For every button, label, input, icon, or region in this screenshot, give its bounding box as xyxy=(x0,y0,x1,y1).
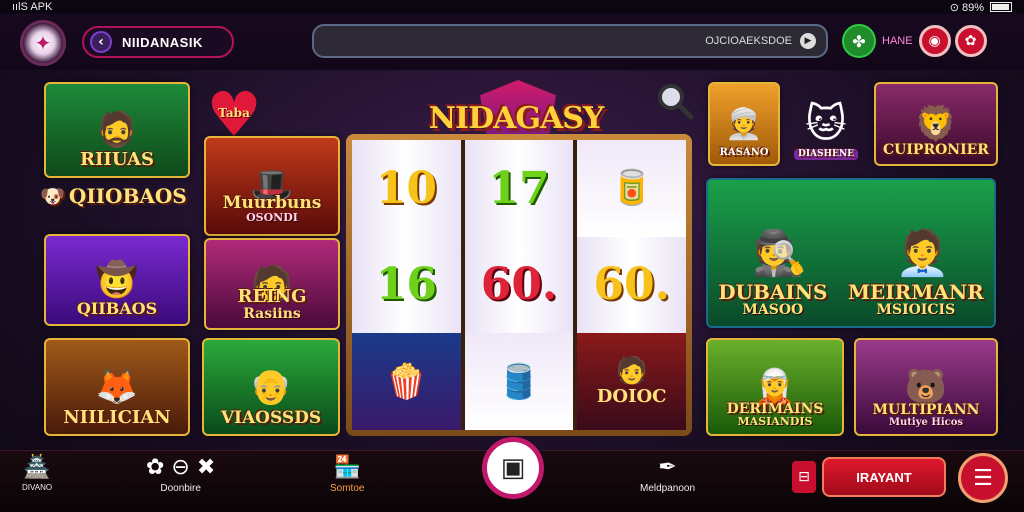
game-tile-multipiann[interactable]: 🐻 MULTIPIANN Mutiye Hicos xyxy=(854,338,998,436)
tile-title-main: REING xyxy=(237,286,307,308)
tile-subtitle: Rasiins xyxy=(243,306,301,323)
game-tile-reing[interactable]: 🧑 REING Rasiins xyxy=(204,238,340,330)
tile-title-main: MEIRMANR xyxy=(847,280,984,305)
tile-title: MULTIPIANN Mutiye Hicos xyxy=(872,401,980,428)
dog-icon: 🐶 xyxy=(40,184,65,208)
reel-symbol: 60. xyxy=(480,259,558,311)
nav-label: DIVANO xyxy=(22,483,53,492)
heart-label: Taba xyxy=(218,106,250,120)
game-tile-dubains[interactable]: 🕵️ 🧑‍💼 DUBAINS MASOO MEIRMANR MSIOICIS xyxy=(706,178,996,328)
game-tile-niilician[interactable]: 🦊 NIILICIAN xyxy=(44,338,190,436)
tile-title: MEIRMANR MSIOICIS xyxy=(848,282,984,318)
reel-symbol: 17 xyxy=(488,162,550,214)
tile-subtitle: MSIOICIS xyxy=(876,302,956,319)
chat-icon[interactable]: ☰ xyxy=(958,453,1008,503)
clover-icon[interactable]: ✤ xyxy=(842,24,876,58)
header: ✦ ‹ NIIDANASIK OJCIOAEKSDOE ▶ ✤ HANE ◉ ✿ xyxy=(0,14,1024,70)
app-logo[interactable]: ✦ xyxy=(20,20,66,66)
game-tile-rasano[interactable]: 👳 RASANO xyxy=(708,82,780,166)
back-icon[interactable]: ‹ xyxy=(90,31,112,53)
nav-item-meldpanoon[interactable]: ✒ Meldpanoon xyxy=(640,455,695,494)
tile-title-main: DERIMAINS xyxy=(726,400,824,417)
reel-symbol: 10 xyxy=(375,162,437,214)
header-right-label[interactable]: HANE xyxy=(882,35,913,47)
reel-3: 🥫 60. 🧑 DOIOC xyxy=(577,140,686,430)
nav-item-somtoe[interactable]: 🏪 Somtoe xyxy=(330,455,364,494)
tile-title: RIIUAS xyxy=(80,149,154,171)
tile-titles: DUBAINS MASOO MEIRMANR MSIOICIS xyxy=(708,282,994,318)
back-label: NIIDANASIK xyxy=(122,34,203,50)
slot-icon: ▣ xyxy=(500,453,526,483)
profile-icon[interactable]: ◉ xyxy=(918,25,951,57)
tile-title: QIIBAOS xyxy=(76,299,158,319)
game-tile-derimains[interactable]: 🧝 DERIMAINS MASIANDIS xyxy=(706,338,844,436)
game-tile-cuipronier[interactable]: 🦁 CUIPRONIER xyxy=(874,82,998,166)
tile-title: QIIOBAOS xyxy=(68,184,187,208)
reel-2: 17 60. 🛢️ xyxy=(464,140,574,430)
bottom-nav: 🏯 DIVANO ✿ ⊖ ✖ Doonbire 🏪 Somtoe ▣ ✒ Mel… xyxy=(0,437,1024,512)
game-tile-qiibaos[interactable]: 🤠 QIIBAOS xyxy=(44,234,190,326)
slot-machine[interactable]: 10 16 🍿 17 60. 🛢️ 🥫 60. 🧑 DOIOC xyxy=(346,134,692,436)
tile-title: CUIPRONIER xyxy=(883,142,989,159)
game-tile-muurbuns[interactable]: 🎩 Muurbuns OSONDI xyxy=(204,136,340,236)
store-icon: 🏪 xyxy=(333,455,361,480)
reels: 10 16 🍿 17 60. 🛢️ 🥫 60. 🧑 DOIOC xyxy=(352,140,686,430)
tile-title-main: MULTIPIANN xyxy=(872,401,980,418)
tile-title: VIAOSSDS xyxy=(220,408,322,429)
tile-subtitle: MASIANDIS xyxy=(737,415,813,429)
tile-title-main: DUBAINS xyxy=(718,280,828,305)
play-button[interactable]: IRAYANT xyxy=(822,457,946,497)
reel-symbol: DOIOC xyxy=(596,386,667,408)
game-tile-riiuas[interactable]: 🧔 RIIUAS xyxy=(44,82,190,178)
cannon-icon: 🥫 xyxy=(577,140,686,237)
tile-subtitle: MASOO xyxy=(742,302,804,319)
character-art: 🧑‍💼 xyxy=(895,228,950,279)
search-icon[interactable] xyxy=(654,80,694,120)
nav-item-doonbire[interactable]: ✿ ⊖ ✖ Doonbire xyxy=(146,455,215,494)
tile-subtitle: Mutiye Hicos xyxy=(888,416,964,428)
status-left: ıılS APK xyxy=(12,1,53,13)
nav-label: Meldpanoon xyxy=(640,483,696,494)
game-tile-qiiobaos[interactable]: 🐶 QIIOBAOS xyxy=(40,184,187,208)
game-title: NIDAGASY xyxy=(428,100,605,136)
back-pill[interactable]: ‹ NIIDANASIK xyxy=(82,26,234,58)
nav-label: Doonbire xyxy=(160,483,201,494)
play-arrow-icon[interactable]: ▶ xyxy=(800,33,816,49)
menu-icon[interactable]: ✿ xyxy=(954,25,987,57)
character-art: 🧑 xyxy=(615,356,648,387)
nav-item-divano[interactable]: 🏯 DIVANO xyxy=(22,455,52,492)
tile-title: DIASHENE xyxy=(794,148,858,160)
barrel-icon: 🛢️ xyxy=(464,333,574,430)
tile-title: DERIMAINS MASIANDIS xyxy=(726,400,824,429)
character-cell: 🧑 DOIOC xyxy=(577,333,686,430)
tile-title-main: Muurbuns xyxy=(222,192,322,213)
tile-title: REING Rasiins xyxy=(237,286,307,323)
status-right: ⊙ 89% xyxy=(949,1,984,14)
tile-title: NIILICIAN xyxy=(63,407,171,429)
tile-title: RASANO xyxy=(719,146,769,158)
battery-icon xyxy=(990,2,1012,12)
center-action-button[interactable]: ▣ xyxy=(482,437,544,499)
pen-icon: ✒ xyxy=(658,455,677,480)
reel-symbol: 16 xyxy=(375,259,437,311)
search-bar[interactable]: OJCIOAEKSDOE ▶ xyxy=(312,24,828,58)
reel-1: 10 16 🍿 xyxy=(352,140,461,430)
castle-icon: 🏯 xyxy=(23,455,51,480)
game-tile-diashene[interactable]: 🐱 DIASHENE xyxy=(792,82,860,166)
tile-title: Muurbuns OSONDI xyxy=(222,192,322,225)
game-tile-viaossds[interactable]: 👴 VIAOSSDS xyxy=(202,338,340,436)
popcorn-icon: 🍿 xyxy=(352,333,461,430)
character-art: 🕵️ xyxy=(752,228,807,279)
nav-label: Somtoe xyxy=(330,483,365,494)
tile-subtitle: OSONDI xyxy=(246,211,298,225)
chips-icon: ✿ ⊖ ✖ xyxy=(146,455,216,480)
bookmark-icon[interactable]: ⊟ xyxy=(792,461,816,493)
header-actions: ✤ HANE ◉ ✿ xyxy=(842,24,987,58)
search-text: OJCIOAEKSDOE xyxy=(705,35,792,47)
tile-title: DUBAINS MASOO xyxy=(718,282,827,318)
status-bar: ıılS APK ⊙ 89% xyxy=(0,0,1024,14)
reel-symbol: 60. xyxy=(593,259,670,311)
